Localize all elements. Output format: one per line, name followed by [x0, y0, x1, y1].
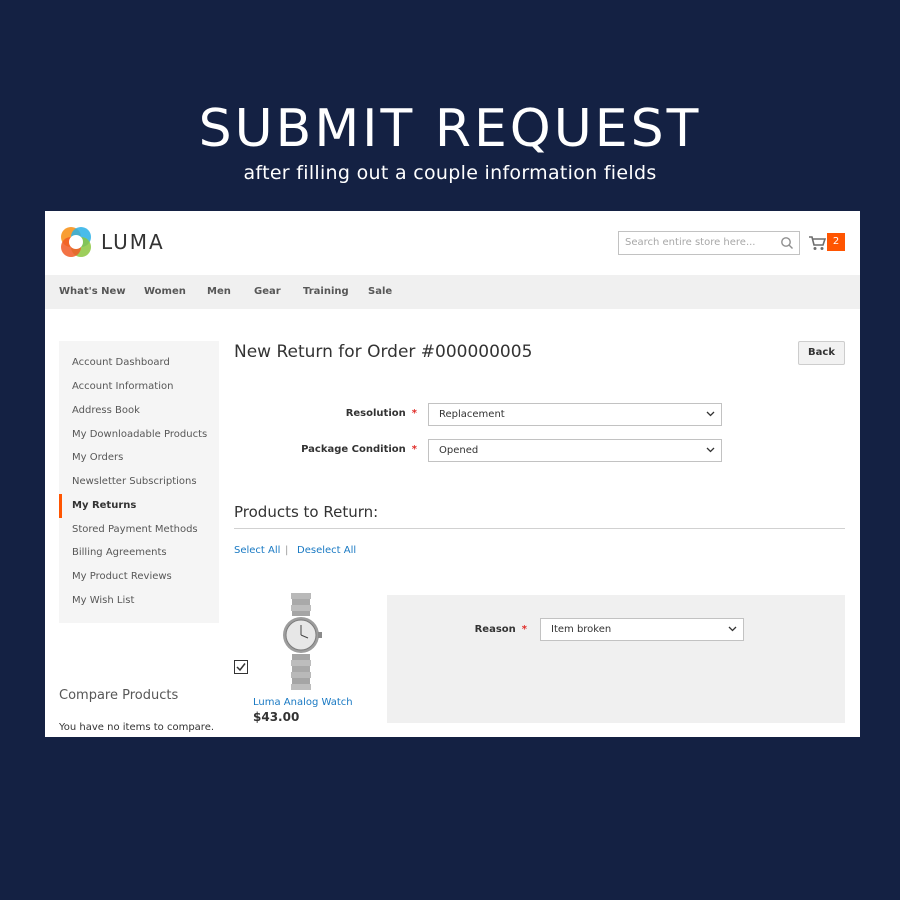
sidebar-item-address-book[interactable]: Address Book: [59, 399, 219, 423]
nav-item-training[interactable]: Training: [303, 275, 349, 309]
luma-logo-icon[interactable]: [59, 225, 93, 259]
product-price: $43.00: [253, 710, 300, 724]
sidebar-item-payment-methods[interactable]: Stored Payment Methods: [59, 518, 219, 542]
required-mark: *: [411, 444, 417, 455]
sidebar-item-my-orders[interactable]: My Orders: [59, 446, 219, 470]
reason-label-text: Reason: [474, 624, 516, 635]
reason-select[interactable]: Item broken: [540, 618, 744, 641]
sidebar-item-account-information[interactable]: Account Information: [59, 375, 219, 399]
sidebar-item-newsletter[interactable]: Newsletter Subscriptions: [59, 470, 219, 494]
sidebar-item-account-dashboard[interactable]: Account Dashboard: [59, 351, 219, 375]
nav-item-sale[interactable]: Sale: [368, 275, 392, 309]
sidebar-item-wish-list[interactable]: My Wish List: [59, 589, 219, 613]
nav-item-gear[interactable]: Gear: [254, 275, 281, 309]
sidebar-item-billing-agreements[interactable]: Billing Agreements: [59, 541, 219, 565]
package-condition-value: Opened: [439, 445, 479, 456]
cart-count-badge[interactable]: 2: [827, 233, 845, 251]
hero-title: SUBMIT REQUEST: [198, 99, 702, 159]
page-title: New Return for Order #000000005: [234, 342, 533, 362]
search-icon[interactable]: [780, 236, 794, 250]
sidebar-item-product-reviews[interactable]: My Product Reviews: [59, 565, 219, 589]
required-mark: *: [521, 624, 527, 635]
main-nav: What's New Women Men Gear Training Sale: [45, 275, 860, 309]
product-checkbox[interactable]: [234, 660, 248, 674]
section-divider: [234, 528, 845, 529]
compare-products-title: Compare Products: [59, 688, 179, 703]
checkmark-icon: [236, 663, 246, 672]
package-condition-label: Package Condition *: [217, 444, 417, 455]
package-condition-label-text: Package Condition: [301, 444, 406, 455]
products-to-return-title: Products to Return:: [234, 503, 379, 521]
chevron-down-icon: [706, 411, 715, 417]
sidebar-item-downloadable-products[interactable]: My Downloadable Products: [59, 423, 219, 447]
resolution-label: Resolution *: [217, 408, 417, 419]
reason-label: Reason *: [327, 624, 527, 635]
nav-item-whats-new[interactable]: What's New: [59, 275, 126, 309]
product-name-link[interactable]: Luma Analog Watch: [253, 697, 353, 708]
compare-products-text: You have no items to compare.: [59, 722, 215, 733]
product-image-watch[interactable]: [279, 593, 323, 693]
resolution-label-text: Resolution: [345, 408, 406, 419]
logo-text[interactable]: LUMA: [101, 229, 165, 255]
sidebar-item-my-returns[interactable]: My Returns: [59, 494, 219, 518]
browser-screenshot: LUMA Search entire store here... 2 What'…: [45, 211, 860, 737]
nav-item-women[interactable]: Women: [144, 275, 186, 309]
package-condition-select[interactable]: Opened: [428, 439, 722, 462]
account-sidebar: Account Dashboard Account Information Ad…: [59, 341, 219, 623]
cart-icon[interactable]: [808, 235, 826, 251]
resolution-select[interactable]: Replacement: [428, 403, 722, 426]
nav-item-men[interactable]: Men: [207, 275, 231, 309]
reason-panel: Reason * Item broken: [387, 595, 845, 723]
search-input[interactable]: Search entire store here...: [618, 231, 800, 255]
resolution-select-value: Replacement: [439, 409, 505, 420]
select-all-link[interactable]: Select All: [234, 545, 280, 556]
back-button[interactable]: Back: [798, 341, 845, 365]
chevron-down-icon: [706, 447, 715, 453]
reason-select-value: Item broken: [551, 624, 612, 635]
required-mark: *: [411, 408, 417, 419]
store-header: LUMA Search entire store here... 2: [45, 211, 860, 275]
chevron-down-icon: [728, 626, 737, 632]
link-separator: |: [285, 545, 289, 556]
hero-subtitle: after filling out a couple information f…: [243, 162, 657, 184]
deselect-all-link[interactable]: Deselect All: [297, 545, 356, 556]
